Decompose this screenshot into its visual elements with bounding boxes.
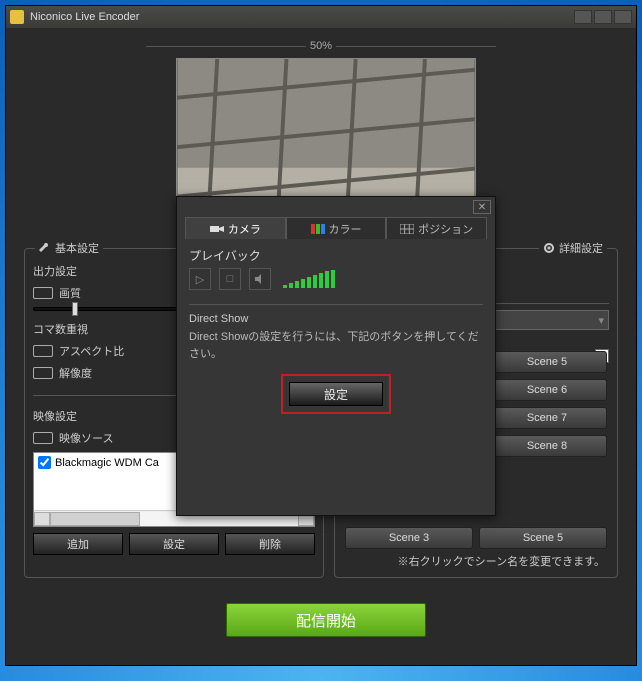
tab-position[interactable]: ポジション	[386, 217, 487, 239]
scene-note: ※右クリックでシーン名を変更できます。	[398, 553, 605, 569]
start-broadcast-button[interactable]: 配信開始	[226, 603, 426, 637]
resolution-label: 解像度	[59, 365, 92, 381]
resolution-icon	[33, 367, 53, 379]
settings-button[interactable]: 設定	[129, 533, 219, 555]
directshow-highlight: 設定	[281, 374, 391, 414]
titlebar: Niconico Live Encoder	[6, 6, 636, 28]
scene-button-6[interactable]: Scene 6	[487, 379, 607, 401]
playback-label: プレイバック	[189, 247, 483, 264]
app-logo-icon	[10, 10, 24, 24]
app-window: Niconico Live Encoder 50% 基本設定	[5, 5, 637, 666]
delete-button[interactable]: 削除	[225, 533, 315, 555]
quality-icon	[33, 287, 53, 299]
mute-button[interactable]	[249, 268, 271, 290]
advanced-settings-label: 詳細設定	[559, 240, 603, 256]
minimize-button[interactable]	[574, 10, 592, 24]
frame-priority-label: コマ数重視	[33, 321, 88, 337]
quality-label: 画質	[59, 285, 81, 301]
scroll-left-button[interactable]	[34, 512, 50, 526]
vu-meter	[283, 270, 335, 288]
basic-settings-legend: 基本設定	[35, 240, 103, 256]
directshow-title: Direct Show	[189, 313, 483, 325]
window-title: Niconico Live Encoder	[30, 11, 574, 23]
stop-button[interactable]: □	[219, 268, 241, 290]
scroll-thumb[interactable]	[50, 512, 140, 526]
directshow-text: Direct Showの設定を行うには、下記のボタンを押してください。	[189, 329, 483, 362]
aspect-icon	[33, 345, 53, 357]
wrench-icon	[39, 242, 51, 254]
camera-settings-dialog: ✕ カメラ カラー ポジション プレイバック ▷ □	[176, 196, 496, 516]
scene-button-5[interactable]: Scene 5	[479, 527, 607, 549]
tab-color[interactable]: カラー	[286, 217, 387, 239]
play-button[interactable]: ▷	[189, 268, 211, 290]
basic-settings-label: 基本設定	[55, 240, 99, 256]
zoom-label: 50%	[306, 40, 336, 52]
scene-button-5[interactable]: Scene 5	[487, 351, 607, 373]
source-checkbox[interactable]	[38, 456, 51, 469]
gear-icon	[543, 242, 555, 254]
aspect-label: アスペクト比	[59, 343, 124, 359]
scene-button-3[interactable]: Scene 3	[345, 527, 473, 549]
dialog-close-button[interactable]: ✕	[473, 200, 491, 214]
advanced-settings-legend: 詳細設定	[539, 240, 607, 256]
speaker-icon	[254, 273, 266, 285]
tab-camera[interactable]: カメラ	[185, 217, 286, 239]
maximize-button[interactable]	[594, 10, 612, 24]
scene-grid: Scene 3 Scene 5	[345, 527, 607, 549]
color-icon	[311, 224, 325, 234]
source-item-label: Blackmagic WDM Ca	[55, 457, 159, 469]
camera-icon	[210, 224, 224, 234]
tab-position-label: ポジション	[418, 221, 473, 237]
directshow-settings-button[interactable]: 設定	[289, 382, 383, 406]
video-source-label: 映像ソース	[59, 430, 113, 446]
chevron-down-icon: ▾	[598, 314, 604, 327]
slider-thumb[interactable]	[72, 302, 78, 316]
scene-button-8[interactable]: Scene 8	[487, 435, 607, 457]
scene-button-7[interactable]: Scene 7	[487, 407, 607, 429]
video-source-icon	[33, 432, 53, 444]
add-button[interactable]: 追加	[33, 533, 123, 555]
grid-icon	[400, 224, 414, 234]
tab-color-label: カラー	[329, 221, 362, 237]
close-button[interactable]	[614, 10, 632, 24]
tab-camera-label: カメラ	[228, 221, 261, 237]
